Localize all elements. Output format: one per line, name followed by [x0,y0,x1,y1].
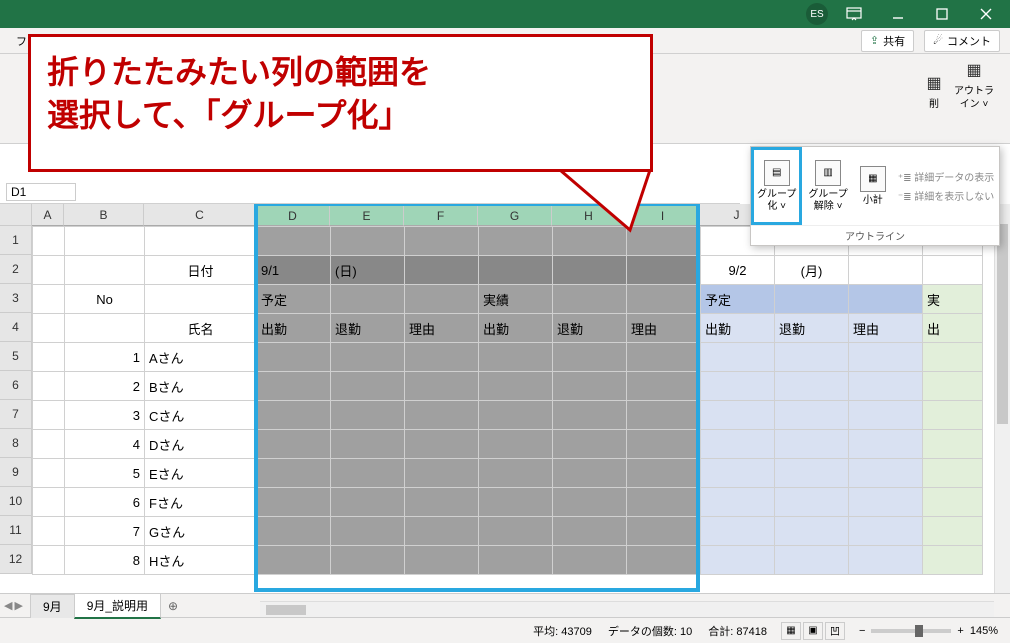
tab-nav-arrows[interactable]: ◀▶ [4,599,23,612]
close-icon[interactable] [968,2,1004,26]
name-box[interactable]: D1 [6,183,76,201]
share-button[interactable]: ⇪ 共有 [861,30,914,52]
zoom-level[interactable]: 145% [970,625,998,637]
row-header[interactable]: 8 [0,429,32,458]
column-header[interactable]: G [478,204,552,226]
sheet-tabs: ◀▶ 9月 9月_説明用 ⊕ [0,593,1010,617]
row-header[interactable]: 2 [0,255,32,284]
share-icon: ⇪ [870,34,879,47]
row-header[interactable]: 3 [0,284,32,313]
row-header[interactable]: 11 [0,516,32,545]
group-icon: ▤ [764,160,790,186]
zoom-slider[interactable] [871,629,951,633]
comment-icon: ☄ [933,34,943,47]
zoom-in-icon[interactable]: + [957,625,963,637]
column-header[interactable]: F [404,204,478,226]
status-bar: 平均: 43709 データの個数: 10 合計: 87418 ▦ ▣ 凹 − +… [0,617,1010,643]
show-detail-button[interactable]: ⁺≣ 詳細データの表示 [898,169,999,184]
row-header[interactable]: 9 [0,458,32,487]
sheet-tab-2[interactable]: 9月_説明用 [74,593,161,619]
grid-area: ABCDEFGHIJKLM 123456789101112 日付9/1(日)9/… [0,204,1010,617]
outline-button[interactable]: ▦ アウトラ イン ˅ [954,58,994,110]
ungroup-button[interactable]: ▥ グループ 解除 ˅ [802,147,853,225]
normal-view-icon[interactable]: ▦ [781,622,801,640]
ungroup-icon: ▥ [815,160,841,186]
row-header[interactable]: 6 [0,371,32,400]
column-header[interactable]: E [330,204,404,226]
column-header[interactable]: A [32,204,64,226]
row-header[interactable]: 12 [0,545,32,574]
row-header[interactable]: 7 [0,400,32,429]
zoom-control[interactable]: − + 145% [859,625,998,637]
horizontal-scrollbar[interactable] [260,601,994,617]
row-headers[interactable]: 123456789101112 [0,226,32,574]
select-all-corner[interactable] [0,204,32,226]
subtotal-button[interactable]: ▦ 小計 [854,147,892,225]
column-header[interactable]: B [64,204,144,226]
view-buttons[interactable]: ▦ ▣ 凹 [781,622,845,640]
ribbon-btn-1[interactable]: ▦ 削 [920,71,948,110]
add-sheet-button[interactable]: ⊕ [160,596,186,616]
vertical-scrollbar[interactable] [994,204,1010,617]
titlebar: ES [0,0,1010,28]
outline-group-label: アウトライン [751,225,999,245]
ribbon-display-options-icon[interactable] [836,2,872,26]
minimize-icon[interactable] [880,2,916,26]
row-header[interactable]: 4 [0,313,32,342]
sheet-tab-1[interactable]: 9月 [30,594,75,618]
column-header[interactable]: C [144,204,256,226]
callout-tail [560,170,690,253]
maximize-icon[interactable] [924,2,960,26]
outline-popup: ▤ グループ 化 ˅ ▥ グループ 解除 ˅ ▦ 小計 ⁺≣ 詳細データの表示 … [750,146,1000,246]
group-button[interactable]: ▤ グループ 化 ˅ [751,147,802,225]
row-header[interactable]: 1 [0,226,32,255]
column-header[interactable]: D [256,204,330,226]
outline-icon: ▦ [960,58,988,84]
comment-button[interactable]: ☄ コメント [924,30,1000,52]
row-header[interactable]: 5 [0,342,32,371]
user-badge[interactable]: ES [806,3,828,25]
status-stats: 平均: 43709 データの個数: 10 合計: 87418 [533,623,767,639]
zoom-out-icon[interactable]: − [859,625,865,637]
hide-detail-button[interactable]: ⁻≣ 詳細を表示しない [898,188,999,203]
cells[interactable]: 日付9/1(日)9/2(月)No予定実績予定実氏名出勤退勤理由出勤退勤理由出勤退… [32,226,1010,617]
subtotal-icon: ▦ [860,166,886,192]
page-layout-view-icon[interactable]: ▣ [803,622,823,640]
page-break-view-icon[interactable]: 凹 [825,622,845,640]
ribbon-group-outline: ▦ 削 ▦ アウトラ イン ˅ [914,54,1000,143]
annotation-callout: 折りたたみたい列の範囲を 選択して、「グループ化」 [28,34,653,172]
row-header[interactable]: 10 [0,487,32,516]
